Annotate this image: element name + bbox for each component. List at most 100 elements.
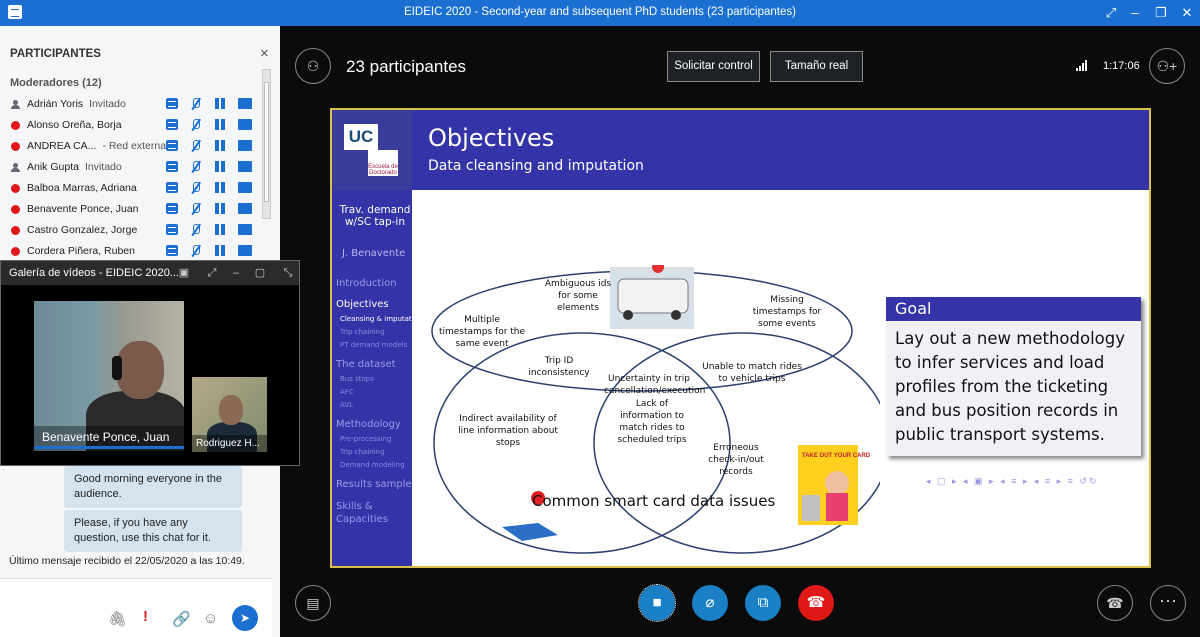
camera-paused-icon[interactable] [214, 182, 226, 193]
participant-row[interactable]: Balboa Marras, Adriana [0, 178, 262, 199]
mute-mic-button[interactable]: ⌀ [692, 585, 728, 621]
nav-subsection[interactable]: Pre-processing [340, 435, 391, 443]
camera-button[interactable]: ■ [638, 584, 676, 622]
actual-size-button[interactable]: Tamaño real [770, 51, 863, 82]
attach-icon[interactable]: 🖇 [108, 610, 127, 628]
camera-paused-icon[interactable] [214, 119, 226, 130]
link-icon[interactable]: 🔗 [172, 610, 191, 628]
chat-icon[interactable] [166, 140, 178, 151]
nav-subsection[interactable]: AFC [340, 388, 354, 396]
chat-toggle-icon[interactable]: ▤ [295, 585, 331, 621]
add-participant-icon[interactable]: ⚇+ [1149, 48, 1185, 84]
chat-input[interactable] [0, 578, 272, 637]
mic-muted-icon[interactable] [190, 245, 202, 256]
hang-up-button[interactable]: ☎ [798, 585, 834, 621]
screen-icon[interactable] [238, 161, 252, 172]
moderators-header[interactable]: Moderadores (12) [10, 77, 102, 89]
participant-row[interactable]: Alonso Oreña, Borja [0, 115, 262, 136]
screen-icon[interactable] [238, 224, 252, 235]
gallery-title-bar[interactable]: Galería de vídeos - EIDEIC 2020... ▣ ⤢ –… [1, 261, 299, 285]
screen-icon[interactable] [238, 182, 252, 193]
scroll-thumb[interactable] [264, 82, 269, 202]
nav-section[interactable]: Methodology [336, 419, 401, 430]
close-icon[interactable]: × [260, 45, 269, 62]
screen-icon[interactable] [238, 98, 252, 109]
nav-author[interactable]: J. Benavente [342, 248, 405, 259]
goal-box: Goal Lay out a new methodology to infer … [886, 297, 1141, 456]
nav-talk-title[interactable]: Trav. demand w/SC tap-in [338, 204, 412, 228]
camera-paused-icon[interactable] [214, 161, 226, 172]
participant-row[interactable]: Anik Gupta Invitado [0, 157, 262, 178]
video-tile-secondary[interactable]: Rodriguez H... [192, 377, 267, 452]
expand-icon[interactable]: ⤢ [205, 266, 219, 280]
dock-icon[interactable]: ⤡ [281, 266, 295, 280]
participant-row[interactable]: Castro Gonzalez, Jorge [0, 220, 262, 241]
mic-muted-icon[interactable] [190, 119, 202, 130]
close-button[interactable]: ✕ [1176, 3, 1198, 23]
layout-icon[interactable]: ▣ [177, 266, 191, 280]
nav-subsection[interactable]: Cleansing & imputat. [340, 315, 414, 323]
elapsed-time: 1:17:06 [1103, 60, 1140, 72]
nav-subsection[interactable]: Trip chaining [340, 328, 385, 336]
participant-row[interactable]: ANDREA CA... - Red externa [0, 136, 262, 157]
minimize-button[interactable]: – [1124, 3, 1146, 23]
fullscreen-icon[interactable]: ⤢ [1100, 3, 1122, 23]
camera-paused-icon[interactable] [214, 245, 226, 256]
camera-paused-icon[interactable] [214, 140, 226, 151]
beamer-nav-icons[interactable]: ◂ ▢ ▸ ◂ ▣ ▸ ◂ ≡ ▸ ◂ ≡ ▸ ≡ ↺↻ [926, 476, 1099, 487]
restore-button[interactable]: ▢ [253, 266, 267, 280]
chat-icon[interactable] [166, 182, 178, 193]
priority-icon[interactable]: ! [143, 608, 148, 625]
chat-icon[interactable] [166, 203, 178, 214]
video-tile-main[interactable]: Benavente Ponce, Juan [34, 301, 184, 451]
venn-caption: Common smart card data issues [532, 492, 776, 510]
participant-row[interactable]: Adrián Yoris Invitado [0, 94, 262, 115]
nav-section[interactable]: Introduction [336, 278, 397, 289]
chat-icon[interactable] [166, 98, 178, 109]
share-screen-button[interactable]: ⧉ [745, 585, 781, 621]
request-control-button[interactable]: Solicitar control [667, 51, 760, 82]
chat-icon[interactable] [166, 161, 178, 172]
nav-subsection[interactable]: PT demand models [340, 341, 407, 349]
screen-icon[interactable] [238, 119, 252, 130]
chat-icon[interactable] [166, 224, 178, 235]
more-options-icon[interactable]: ⋯ [1150, 585, 1186, 621]
nav-section[interactable]: Skills & Capacities [336, 500, 410, 526]
phone-settings-icon[interactable]: ☎ [1097, 585, 1133, 621]
nav-section[interactable]: Results sample [336, 479, 412, 490]
video-gallery-window[interactable]: Galería de vídeos - EIDEIC 2020... ▣ ⤢ –… [0, 260, 300, 466]
camera-paused-icon[interactable] [214, 203, 226, 214]
nav-subsection[interactable]: Trip chaining [340, 448, 385, 456]
chat-icon[interactable] [166, 245, 178, 256]
mic-muted-icon[interactable] [190, 182, 202, 193]
send-button[interactable]: ➤ [232, 605, 258, 631]
mic-muted-icon[interactable] [190, 203, 202, 214]
screen-icon[interactable] [238, 203, 252, 214]
guest-icon [11, 163, 20, 172]
emoji-icon[interactable]: ☺ [203, 610, 218, 627]
nav-subsection[interactable]: Demand modeling [340, 461, 405, 469]
mic-muted-icon[interactable] [190, 98, 202, 109]
participant-row[interactable]: Cordera Piñera, Ruben [0, 241, 262, 262]
nav-section[interactable]: Objectives [336, 299, 389, 310]
restore-button[interactable]: ❐ [1150, 3, 1172, 23]
nav-subsection[interactable]: AVL [340, 401, 353, 409]
doctorado-logo: Escuela de Doctorado [368, 150, 398, 176]
participant-row[interactable]: Benavente Ponce, Juan [0, 199, 262, 220]
chat-message: Good morning everyone in the audience. [64, 466, 242, 508]
camera-paused-icon[interactable] [214, 224, 226, 235]
venn-label: Lack of information to match rides to sc… [617, 399, 687, 445]
mic-muted-icon[interactable] [190, 140, 202, 151]
screen-icon[interactable] [238, 140, 252, 151]
screen-icon[interactable] [238, 245, 252, 256]
chat-icon[interactable] [166, 119, 178, 130]
mic-muted-icon[interactable] [190, 224, 202, 235]
participants-icon[interactable]: ⚇ [295, 48, 331, 84]
mic-muted-icon[interactable] [190, 161, 202, 172]
nav-section[interactable]: The dataset [336, 359, 396, 370]
nav-subsection[interactable]: Bus stops [340, 375, 374, 383]
minimize-button[interactable]: – [229, 266, 243, 280]
participant-scrollbar[interactable] [262, 69, 271, 219]
venn-label: Indirect availability of line informatio… [458, 414, 558, 448]
camera-paused-icon[interactable] [214, 98, 226, 109]
